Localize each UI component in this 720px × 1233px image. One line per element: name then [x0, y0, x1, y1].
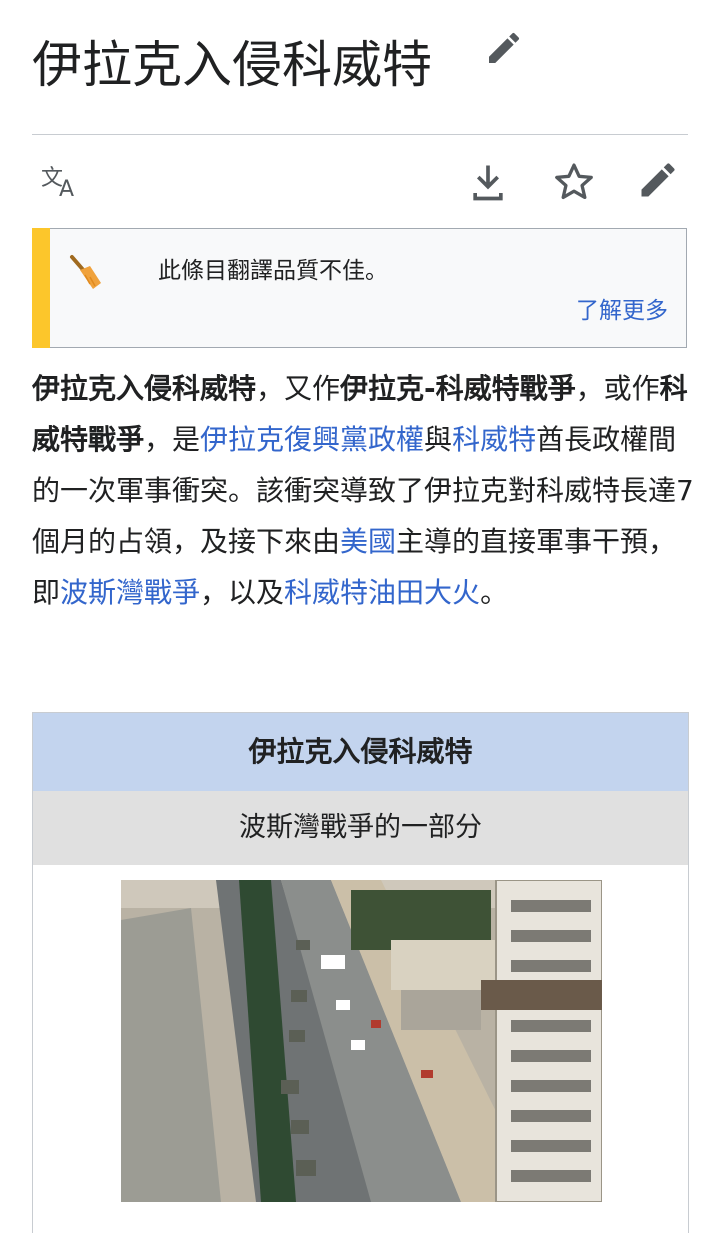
- lead-paragraph: 伊拉克入侵科威特，又作伊拉克-科威特戰爭，或作科威特戰爭，是伊拉克復興黨政權與科…: [32, 363, 697, 618]
- link-iraq-baath-regime[interactable]: 伊拉克復興黨政權: [200, 423, 424, 456]
- infobox: 伊拉克入侵科威特 波斯灣戰爭的一部分: [32, 712, 689, 1233]
- svg-text:A: A: [59, 177, 74, 202]
- notice-message: 此條目翻譯品質不佳。: [158, 258, 388, 284]
- edit-icon[interactable]: [636, 158, 680, 202]
- lead-bold-title: 伊拉克入侵科威特: [32, 372, 257, 405]
- infobox-title: 伊拉克入侵科威特: [33, 713, 688, 791]
- lead-text: ，或作: [575, 372, 660, 405]
- translation-quality-notice: 此條目翻譯品質不佳。 了解更多: [32, 228, 687, 348]
- link-usa[interactable]: 美國: [340, 525, 396, 558]
- infobox-gulf-war-link[interactable]: 波斯灣戰爭: [239, 812, 374, 843]
- title-edit-icon[interactable]: [484, 28, 524, 68]
- lead-text: 與: [424, 423, 453, 456]
- infobox-subtitle-text: 的一部分: [374, 812, 482, 843]
- notice-accent-bar: [32, 228, 50, 348]
- page-title: 伊拉克入侵科威特: [32, 36, 432, 94]
- broom-icon: [68, 253, 104, 293]
- star-icon[interactable]: [552, 160, 596, 204]
- lead-text: ，以及: [200, 576, 285, 609]
- lead-text: 。: [480, 576, 509, 609]
- lead-text: ，是: [144, 423, 201, 456]
- download-icon[interactable]: [466, 160, 510, 204]
- link-kuwait[interactable]: 科威特: [452, 423, 536, 456]
- title-divider: [32, 134, 688, 135]
- lead-text: ，又作: [256, 372, 341, 405]
- link-gulf-war[interactable]: 波斯灣戰爭: [60, 576, 200, 609]
- lead-bold-alt-name: 伊拉克-科威特戰爭: [340, 372, 576, 405]
- link-kuwaiti-oil-fires[interactable]: 科威特油田大火: [284, 576, 480, 609]
- translate-icon[interactable]: 文 A: [38, 160, 82, 204]
- learn-more-link[interactable]: 了解更多: [576, 291, 668, 325]
- infobox-photo[interactable]: [121, 880, 602, 1202]
- infobox-subtitle: 波斯灣戰爭的一部分: [33, 791, 688, 865]
